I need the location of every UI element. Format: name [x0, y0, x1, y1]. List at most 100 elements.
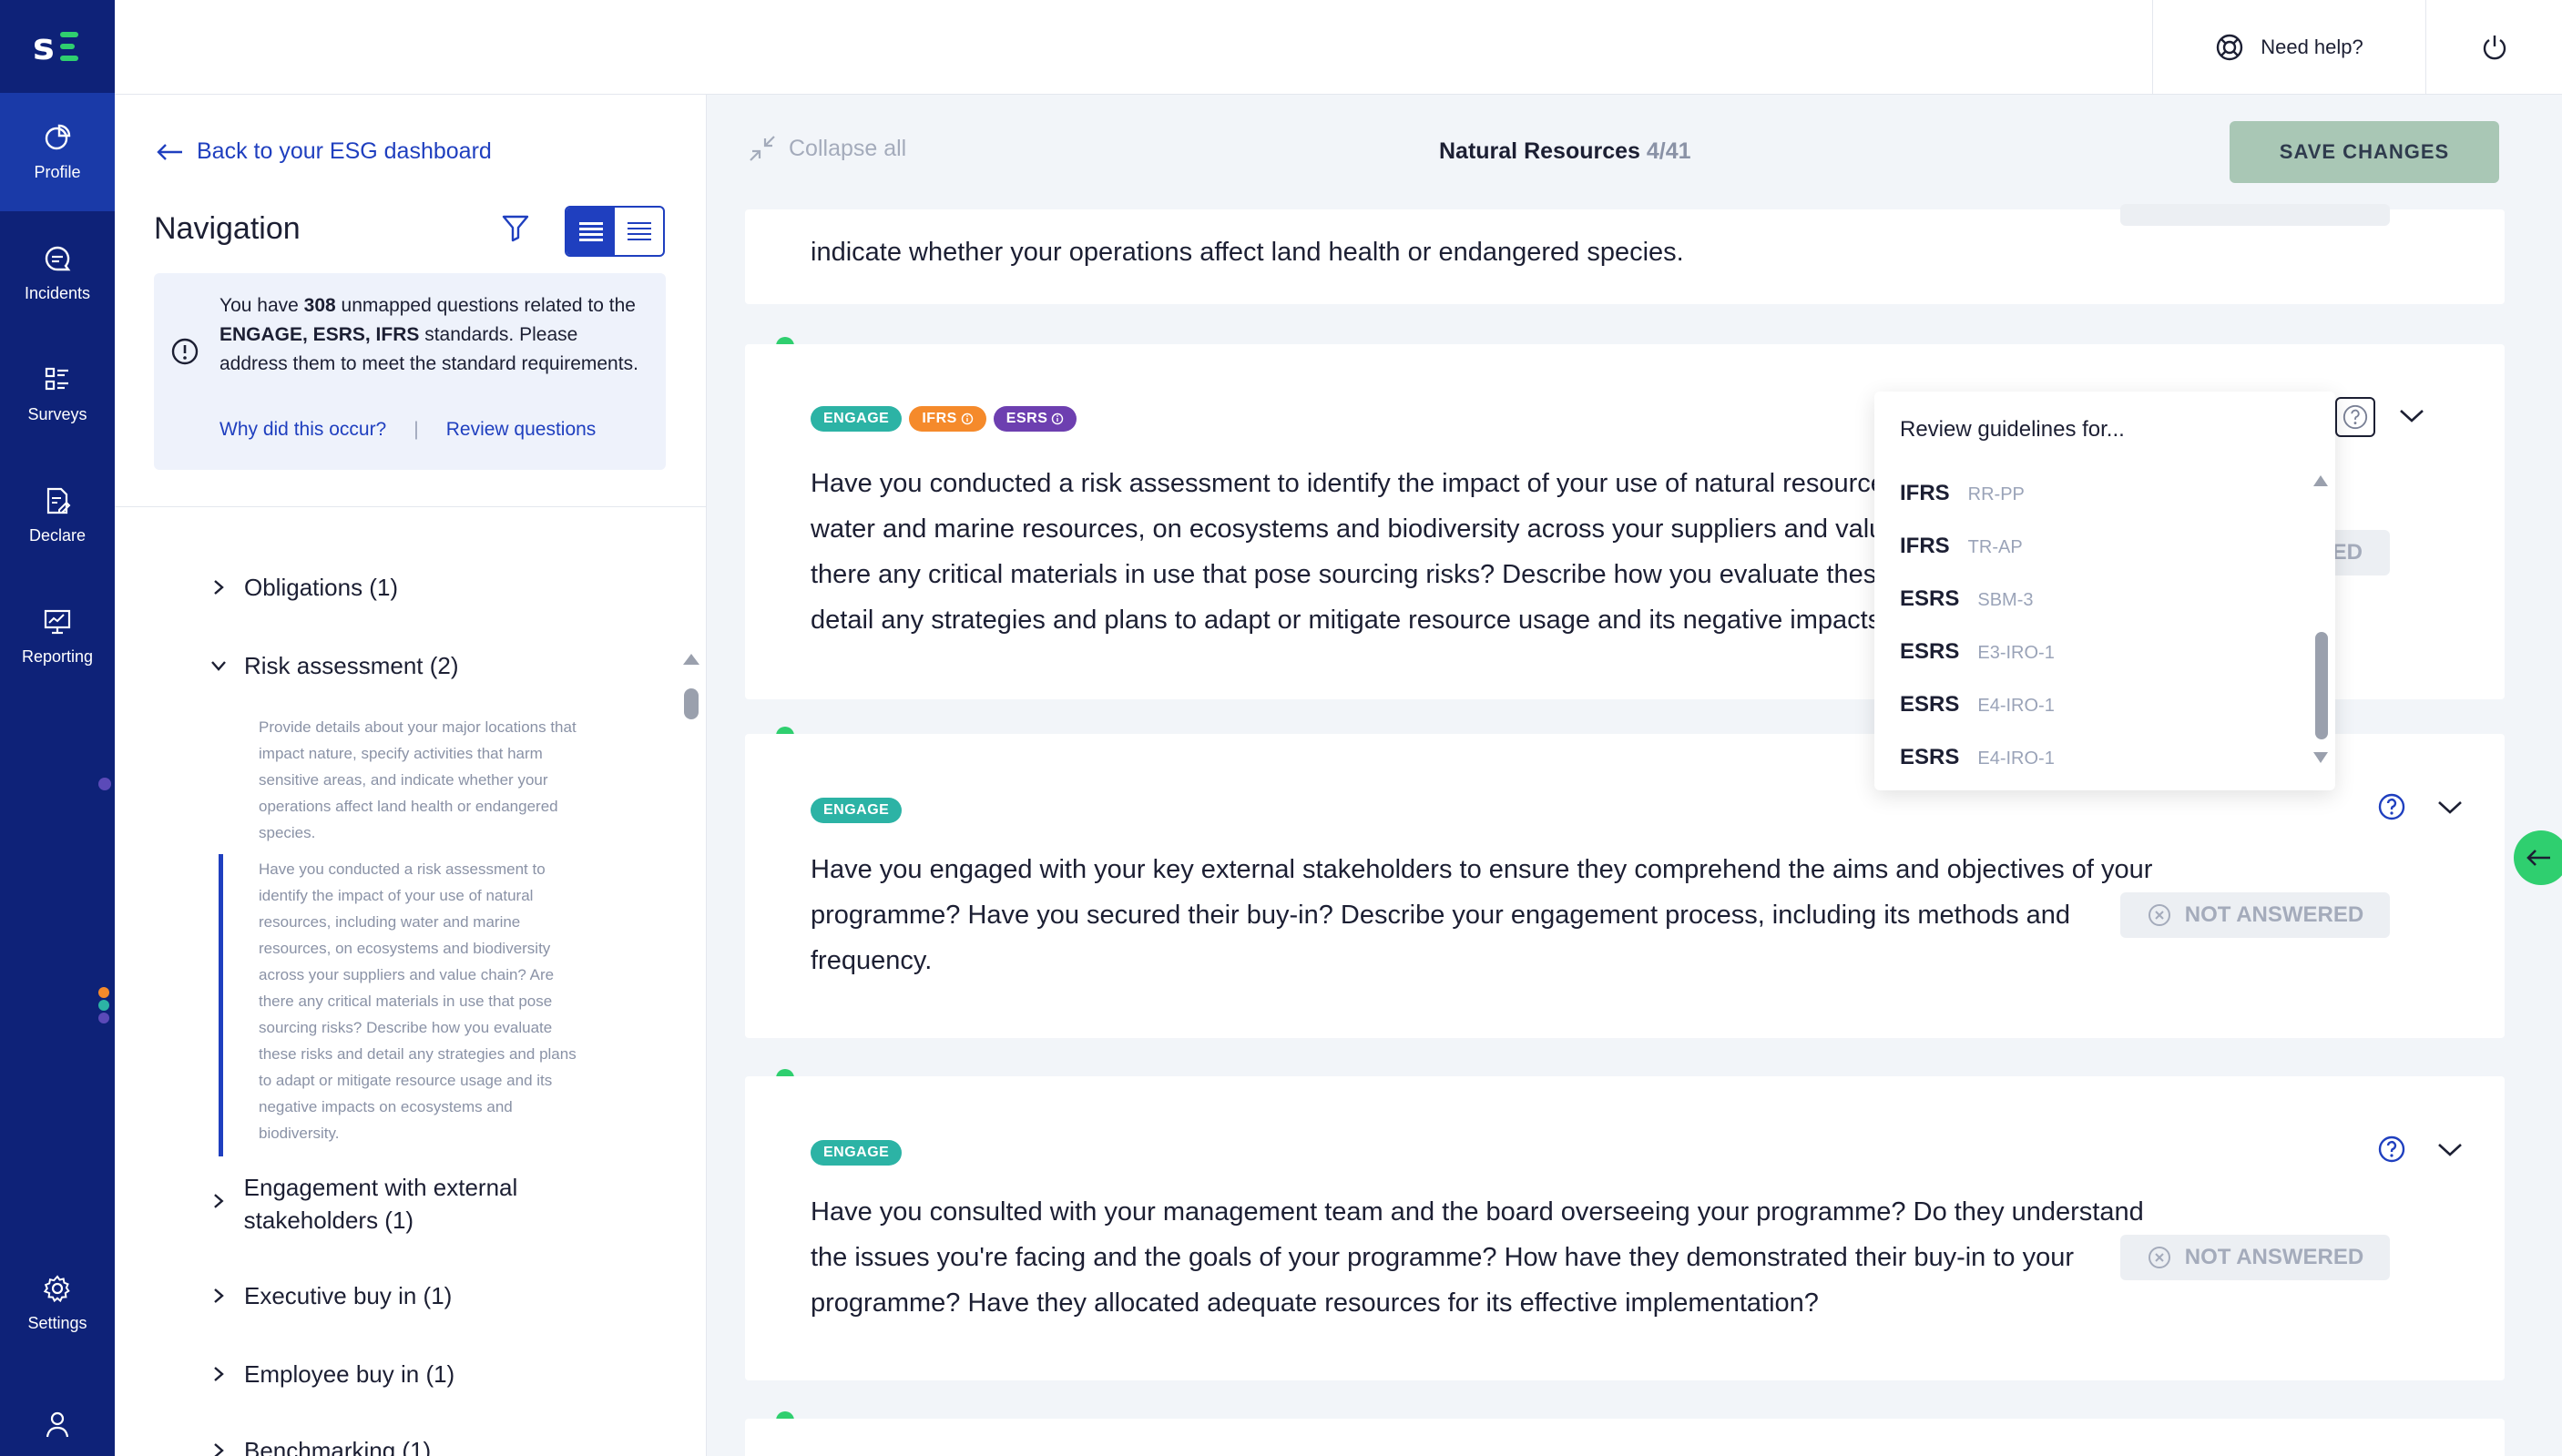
- chevron-right-icon: [214, 580, 224, 595]
- view-compact-button[interactable]: [615, 208, 663, 255]
- logout-button[interactable]: [2425, 0, 2562, 95]
- tag-list: ENGAGE: [811, 798, 903, 823]
- section-title: Natural Resources 4/41: [1439, 138, 1691, 165]
- tree-label: Executive buy in (1): [244, 1282, 453, 1309]
- side-panel-toggle[interactable]: [2514, 830, 2562, 885]
- guideline-item[interactable]: ESRS E4-IRO-1: [1900, 692, 2055, 718]
- status-badge[interactable]: NOT ANSWERED: [2120, 204, 2390, 226]
- dropdown-header: Review guidelines for...: [1900, 417, 2125, 442]
- rail-item-user[interactable]: [0, 1384, 115, 1456]
- notice-links: Why did this occur? | Review questions: [219, 419, 596, 441]
- tree-label: Obligations (1): [244, 574, 399, 601]
- guideline-item[interactable]: ESRS E3-IRO-1: [1900, 639, 2055, 665]
- save-changes-button[interactable]: SAVE CHANGES: [2230, 121, 2499, 183]
- dropdown-scroll-down[interactable]: [2312, 750, 2330, 769]
- notice-pre: You have: [219, 295, 304, 316]
- section-count: 4/41: [1646, 138, 1691, 164]
- guidelines-help-button[interactable]: [2335, 397, 2375, 437]
- tree-item-obligations[interactable]: Obligations (1): [209, 574, 398, 602]
- tag-list: ENGAGE: [811, 1140, 903, 1166]
- question-text: Have you engaged with your key external …: [811, 855, 2153, 975]
- guideline-item[interactable]: IFRS RR-PP: [1900, 481, 2025, 506]
- power-icon: [2483, 36, 2506, 60]
- chevron-down-icon: [211, 661, 226, 671]
- rail-item-incidents[interactable]: Incidents: [0, 214, 115, 332]
- rail-label: Incidents: [24, 283, 91, 302]
- guideline-code: E4-IRO-1: [1977, 696, 2055, 716]
- arrow-left-icon: [2526, 850, 2550, 866]
- guideline-standard: ESRS: [1900, 586, 1960, 611]
- sub-question-active[interactable]: Have you conducted a risk assessment to …: [259, 856, 587, 1146]
- question-circle-icon: [2378, 793, 2405, 820]
- guideline-item[interactable]: ESRS E4-IRO-1: [1900, 745, 2055, 770]
- back-to-dashboard-link[interactable]: Back to your ESG dashboard: [157, 138, 492, 165]
- list-icon: [45, 367, 68, 390]
- tree-item-executive-buy-in[interactable]: Executive buy in (1): [209, 1282, 452, 1310]
- rail-item-reporting[interactable]: Reporting: [0, 577, 115, 696]
- question-circle-icon: [2343, 404, 2368, 430]
- sub-question[interactable]: Provide details about your major locatio…: [259, 714, 587, 846]
- status-label: NOT ANSWERED: [2184, 1245, 2364, 1269]
- status-label: NOT ANSWERED: [2166, 222, 2344, 226]
- why-did-this-occur-link[interactable]: Why did this occur?: [219, 419, 386, 441]
- scroll-up-arrow[interactable]: [681, 652, 701, 671]
- active-indicator: [219, 854, 223, 1156]
- chevron-right-icon: [214, 1367, 224, 1381]
- review-guidelines-dropdown: Review guidelines for... IFRS RR-PP IFRS T…: [1874, 392, 2335, 790]
- guideline-code: RR-PP: [1967, 484, 2025, 504]
- guideline-item[interactable]: ESRS SBM-3: [1900, 586, 2033, 612]
- guideline-standard: IFRS: [1900, 534, 1950, 558]
- guideline-standard: IFRS: [1900, 481, 1950, 505]
- divider: [115, 506, 707, 507]
- view-detailed-button[interactable]: [566, 208, 615, 255]
- rail-item-profile[interactable]: Profile: [0, 93, 115, 211]
- help-button[interactable]: [2377, 792, 2406, 826]
- guideline-item[interactable]: IFRS TR-AP: [1900, 534, 2023, 559]
- link-separator: |: [413, 419, 419, 440]
- tree-label: Benchmarking (1): [244, 1437, 432, 1456]
- rail-label: Profile: [34, 162, 81, 181]
- tree-label: Employee buy in (1): [244, 1360, 455, 1388]
- help-button[interactable]: [2377, 1135, 2406, 1168]
- tree-item-engagement[interactable]: Engagement with external stakeholders (1…: [209, 1171, 647, 1237]
- rail-item-settings[interactable]: Settings: [0, 1244, 115, 1362]
- tree-item-benchmarking[interactable]: Benchmarking (1): [209, 1437, 431, 1456]
- section-name: Natural Resources: [1439, 138, 1640, 164]
- unmapped-questions-notice: You have 308 unmapped questions related …: [154, 273, 666, 470]
- rail-item-declare[interactable]: Declare: [0, 456, 115, 575]
- collapse-button[interactable]: [2397, 402, 2426, 433]
- arrow-left-icon: [157, 143, 182, 160]
- notice-standards: ENGAGE, ESRS, IFRS: [219, 324, 420, 345]
- pie-chart-icon: [45, 124, 71, 149]
- dropdown-scrollbar-thumb[interactable]: [2315, 632, 2328, 739]
- chevron-right-icon: [214, 1443, 224, 1456]
- monitor-chart-icon: [44, 609, 71, 634]
- filter-button[interactable]: [501, 213, 530, 247]
- expand-button[interactable]: [2435, 1136, 2465, 1166]
- review-questions-link[interactable]: Review questions: [446, 419, 597, 441]
- status-badge[interactable]: NOT ANSWERED: [2120, 1235, 2390, 1280]
- dropdown-scroll-up[interactable]: [2312, 473, 2330, 493]
- status-label: NOT ANSWERED: [2184, 902, 2364, 927]
- question-card: indicate whether your operations affect …: [745, 204, 2505, 304]
- collapse-icon: [750, 136, 775, 161]
- tag-engage: ENGAGE: [811, 1140, 903, 1166]
- status-dot: [98, 1013, 109, 1023]
- collapse-all-button[interactable]: Collapse all: [749, 135, 906, 162]
- lifebuoy-icon: [2217, 34, 2243, 61]
- chevron-right-icon: [214, 1288, 224, 1303]
- need-help-button[interactable]: Need help?: [2152, 0, 2425, 95]
- rail-label: Surveys: [27, 404, 87, 423]
- expand-button[interactable]: [2435, 794, 2465, 824]
- tag-ifrs: IFRS: [909, 406, 986, 432]
- document-edit-icon: [46, 487, 71, 514]
- navigation-title: Navigation: [154, 211, 301, 246]
- tree-item-risk-assessment[interactable]: Risk assessment (2): [209, 652, 459, 680]
- rail-item-surveys[interactable]: Surveys: [0, 335, 115, 453]
- status-badge[interactable]: NOT ANSWERED: [2120, 892, 2390, 938]
- notice-text: You have 308 unmapped questions related …: [219, 291, 648, 379]
- nav-scrollbar-thumb[interactable]: [684, 688, 699, 719]
- app-logo[interactable]: s: [0, 0, 115, 93]
- need-help-label: Need help?: [2261, 36, 2363, 58]
- tree-item-employee-buy-in[interactable]: Employee buy in (1): [209, 1360, 454, 1389]
